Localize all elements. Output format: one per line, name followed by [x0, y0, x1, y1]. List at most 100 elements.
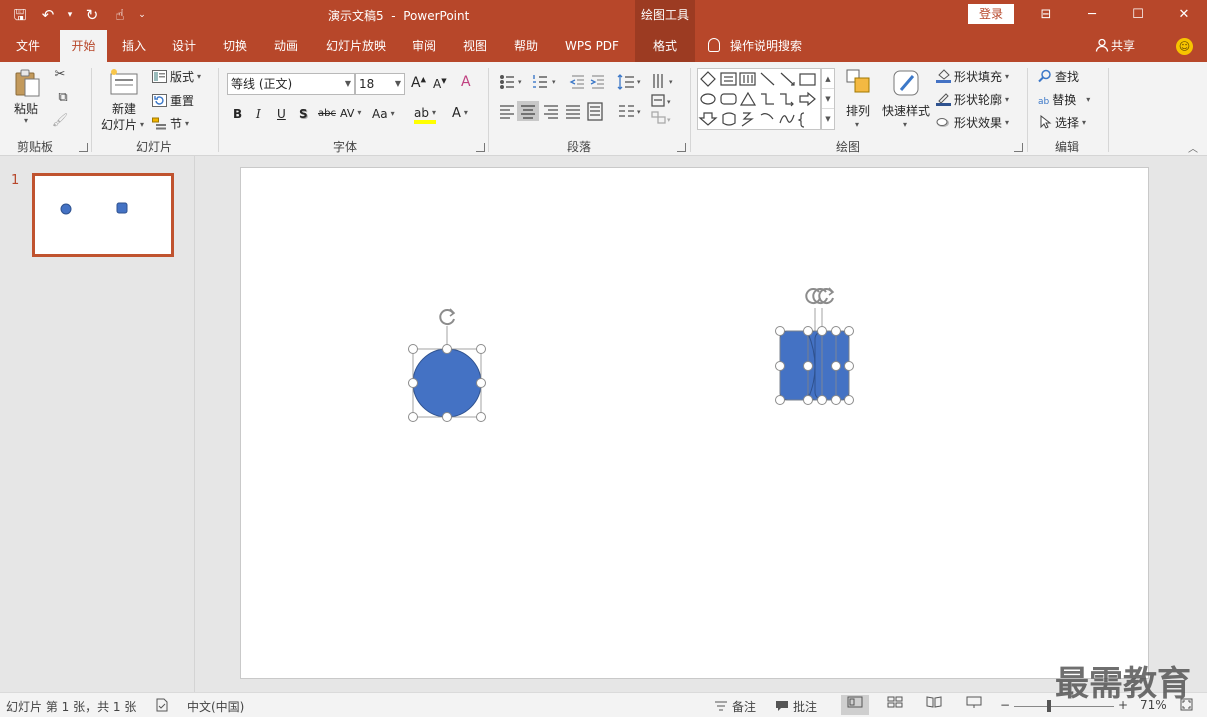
- pen-outline-icon: [936, 93, 951, 106]
- tab-file[interactable]: 文件: [0, 30, 56, 62]
- login-button[interactable]: 登录: [968, 4, 1014, 24]
- smiley-feedback-icon[interactable]: ☺: [1176, 38, 1193, 55]
- clipboard-launcher-icon[interactable]: [79, 143, 88, 152]
- drawing-launcher-icon[interactable]: [1014, 143, 1023, 152]
- redo-icon[interactable]: ↻: [80, 3, 104, 27]
- svg-text:▾: ▾: [637, 108, 641, 116]
- slide-canvas[interactable]: [240, 167, 1149, 679]
- shape-outline-button[interactable]: 形状轮廓 ▾: [936, 91, 1009, 108]
- reset-icon: [152, 94, 167, 107]
- grow-font-button[interactable]: A▲: [411, 75, 426, 91]
- select-button[interactable]: 选择 ▾: [1038, 114, 1086, 131]
- notes-button[interactable]: 备注: [714, 698, 756, 715]
- cut-icon[interactable]: ✂: [51, 67, 69, 82]
- customize-qat-icon[interactable]: ⌄: [136, 3, 148, 27]
- arrow-line-shape-icon: [780, 72, 795, 86]
- clear-formatting-button[interactable]: A: [461, 74, 471, 90]
- svg-text:▾: ▾: [518, 78, 522, 86]
- shapes-gallery-icons: [698, 71, 816, 128]
- tab-slideshow[interactable]: 幻灯片放映: [318, 30, 394, 62]
- zoom-slider-thumb[interactable]: [1047, 700, 1051, 712]
- arrange-button[interactable]: 排列 ▾: [842, 68, 876, 134]
- slideshow-view-button[interactable]: [960, 695, 988, 715]
- tab-design[interactable]: 设计: [162, 30, 206, 62]
- tab-wps-pdf[interactable]: WPS PDF: [556, 30, 628, 62]
- tab-help[interactable]: 帮助: [504, 30, 548, 62]
- minimize-button[interactable]: ─: [1069, 0, 1115, 30]
- tab-home[interactable]: 开始: [60, 30, 107, 62]
- strikethrough-button[interactable]: abc: [318, 108, 336, 119]
- slide-sorter-button[interactable]: [881, 695, 909, 715]
- section-button[interactable]: 节 ▾: [152, 115, 189, 132]
- shape-fill-button[interactable]: 形状填充 ▾: [936, 68, 1009, 85]
- drawing-group-label: 绘图: [836, 140, 861, 154]
- ribbon-display-options-icon[interactable]: ⊟: [1023, 0, 1069, 30]
- italic-button[interactable]: I: [256, 107, 261, 121]
- zoom-out-button[interactable]: −: [1000, 698, 1010, 712]
- maximize-button[interactable]: ☐: [1115, 0, 1161, 30]
- text-shadow-button[interactable]: S: [299, 107, 308, 121]
- character-spacing-button[interactable]: AV ▾: [340, 107, 361, 120]
- reading-view-button[interactable]: [920, 695, 948, 715]
- layout-button[interactable]: 版式 ▾: [152, 68, 201, 85]
- zoom-slider-track[interactable]: [1014, 706, 1114, 707]
- underline-button[interactable]: U: [277, 107, 286, 121]
- right-arrow-shape-icon: [799, 91, 816, 107]
- bold-button[interactable]: B: [233, 107, 242, 121]
- new-slide-button[interactable]: 新建 幻灯片 ▾: [100, 66, 148, 134]
- close-button[interactable]: ✕: [1161, 0, 1207, 30]
- chevron-down-icon: ▼: [394, 79, 401, 88]
- document-title: 演示文稿5 - PowerPoint: [328, 9, 470, 23]
- tab-review[interactable]: 审阅: [402, 30, 446, 62]
- spellcheck-icon[interactable]: [155, 698, 169, 715]
- paragraph-launcher-icon[interactable]: [677, 143, 686, 152]
- paste-dropdown-icon[interactable]: ▾: [24, 116, 28, 125]
- circle-shape[interactable]: [412, 348, 482, 418]
- normal-view-button[interactable]: [841, 695, 869, 715]
- tell-me-search[interactable]: 操作说明搜索: [708, 30, 802, 62]
- shapes-gallery-scroll[interactable]: ▲ ▼ ▼: [821, 68, 835, 130]
- shapes-gallery[interactable]: [697, 68, 821, 130]
- font-color-button[interactable]: A ▾: [452, 106, 468, 121]
- scroll-up-icon[interactable]: ▲: [822, 69, 834, 89]
- font-size-value: 18: [359, 77, 375, 91]
- replace-button[interactable]: ab 替换 ▾: [1038, 91, 1090, 108]
- change-case-button[interactable]: Aa ▾: [372, 107, 395, 121]
- comments-button[interactable]: 批注: [775, 698, 817, 715]
- font-size-select[interactable]: 18 ▼: [355, 73, 405, 95]
- format-painter-icon[interactable]: 🖌: [51, 113, 69, 128]
- collapse-ribbon-icon[interactable]: ︿: [1188, 140, 1198, 155]
- tab-format[interactable]: 格式: [635, 30, 695, 62]
- undo-dropdown-icon[interactable]: ▾: [64, 3, 76, 27]
- quick-styles-dropdown-icon: ▾: [903, 120, 908, 129]
- highlight-color-button[interactable]: ab ▾: [414, 106, 436, 124]
- scroll-down-icon[interactable]: ▼: [822, 89, 834, 109]
- touch-mode-icon[interactable]: ☝: [108, 3, 132, 27]
- font-family-select[interactable]: 等线 (正文) ▼: [227, 73, 355, 95]
- gallery-more-icon[interactable]: ▼: [822, 109, 834, 129]
- share-button[interactable]: 共享: [1095, 30, 1135, 62]
- tab-animations[interactable]: 动画: [264, 30, 308, 62]
- undo-icon[interactable]: ↶: [36, 3, 60, 27]
- tab-insert[interactable]: 插入: [112, 30, 156, 62]
- shape-effects-button[interactable]: 形状效果 ▾: [936, 114, 1009, 131]
- arrange-dropdown-icon: ▾: [855, 120, 860, 129]
- language-status[interactable]: 中文(中国): [187, 698, 244, 715]
- save-icon[interactable]: 🖫: [8, 3, 32, 27]
- find-button[interactable]: 查找: [1038, 68, 1079, 85]
- shrink-font-button[interactable]: A▼: [433, 77, 447, 91]
- reset-button[interactable]: 重置: [152, 92, 194, 109]
- slide-thumbnail[interactable]: [32, 173, 174, 257]
- tab-view[interactable]: 视图: [453, 30, 497, 62]
- resize-handle: [831, 395, 841, 405]
- font-launcher-icon[interactable]: [476, 143, 485, 152]
- quick-styles-button[interactable]: 快速样式 ▾: [880, 68, 932, 134]
- tab-transitions[interactable]: 切换: [213, 30, 257, 62]
- increase-indent-icon: [590, 75, 604, 89]
- svg-text:▾: ▾: [552, 78, 556, 86]
- paste-button[interactable]: 粘贴 ▾: [10, 66, 46, 128]
- svg-text:▾: ▾: [637, 78, 641, 86]
- slide-thumbnail-pane: 1: [0, 156, 195, 692]
- title-bar: 🖫 ↶ ▾ ↻ ☝ ⌄ 演示文稿5 - PowerPoint 绘图工具 登录 ⊟…: [0, 0, 1207, 30]
- copy-icon[interactable]: ⧉: [51, 90, 75, 105]
